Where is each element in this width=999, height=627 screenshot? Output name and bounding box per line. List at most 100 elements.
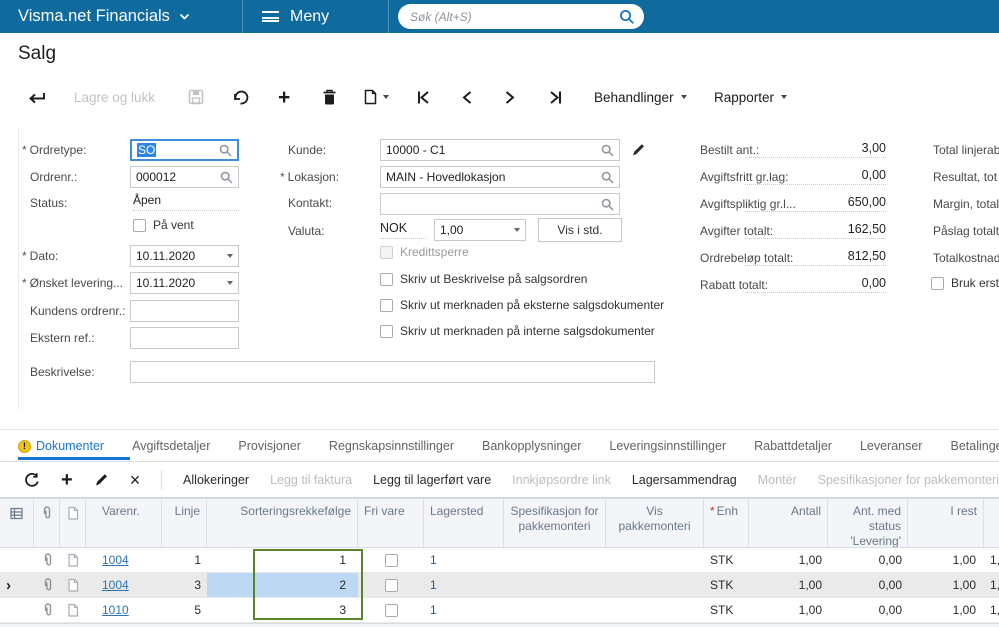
valuta-caret-icon[interactable]	[514, 228, 520, 232]
go-previous-button[interactable]	[460, 86, 473, 108]
lokasjon-lookup-icon[interactable]	[601, 171, 614, 184]
bruk-erstatning-checkbox-box[interactable]	[931, 276, 944, 290]
note-icon[interactable]	[60, 548, 86, 572]
lagersted-cell[interactable]: 1	[424, 573, 504, 597]
spesifikasjon-cell[interactable]	[504, 598, 606, 622]
header-antall[interactable]: Antall	[749, 499, 828, 547]
undo-icon[interactable]	[232, 86, 250, 108]
varenr-link[interactable]: 1004	[102, 553, 129, 567]
ekstern-ref-input[interactable]	[136, 331, 233, 345]
i-rest-cell[interactable]: 1,00	[908, 573, 984, 597]
header-enh[interactable]: * Enh	[704, 499, 749, 547]
row-selector-cell[interactable]: ›	[0, 573, 34, 597]
antall-cell[interactable]: 1,00	[749, 548, 828, 572]
tab-dokumenter[interactable]: ! Dokumenter	[18, 439, 104, 453]
header-vis-pakkemontering[interactable]: Vis pakkemonteri	[606, 499, 704, 547]
grid-row-1[interactable]: 1004 1 1 1 STK 1,00 0,00 1,00 1,00	[0, 548, 999, 573]
ant-med-status-cell[interactable]: 0,00	[828, 548, 908, 572]
cut-column-cell[interactable]: 1,00	[984, 573, 999, 597]
header-i-rest[interactable]: I rest	[908, 499, 984, 547]
header-ant-med-status[interactable]: Ant. med status 'Levering'	[828, 499, 908, 547]
linje-cell[interactable]: 5	[162, 598, 207, 622]
onsket-levering-field[interactable]: 10.11.2020	[130, 272, 239, 294]
print-description-checkbox-box[interactable]	[380, 272, 393, 286]
paperclip-icon[interactable]	[34, 598, 60, 622]
paperclip-icon[interactable]	[34, 573, 60, 597]
header-spesifikasjon[interactable]: Spesifikasjon for pakkemonteri	[504, 499, 606, 547]
tab-betalinger[interactable]: Betalinger	[950, 439, 999, 453]
varenr-cell[interactable]: 1004	[86, 573, 162, 597]
enh-cell[interactable]: STK	[704, 548, 749, 572]
ekstern-ref-field[interactable]	[130, 327, 239, 349]
valuta-rate-combo[interactable]: 1,00	[434, 219, 526, 241]
i-rest-cell[interactable]: 1,00	[908, 548, 984, 572]
print-external-note-checkbox-box[interactable]	[380, 298, 393, 312]
sorteringsrekkefolge-cell[interactable]: 1	[207, 548, 358, 572]
search-icon[interactable]	[619, 9, 635, 25]
pa-vent-checkbox[interactable]: På vent	[133, 218, 194, 232]
print-internal-note-checkbox[interactable]: Skriv ut merknaden på interne salgsdokum…	[380, 324, 655, 338]
grid-row-3[interactable]: 1010 5 3 1 STK 1,00 0,00 1,00 1,00	[0, 598, 999, 623]
linje-cell[interactable]: 1	[162, 548, 207, 572]
tab-rabattdetaljer[interactable]: Rabattdetaljer	[754, 439, 832, 453]
tab-avgiftsdetaljer[interactable]: Avgiftsdetaljer	[132, 439, 210, 453]
ordrenr-field[interactable]: 000012	[130, 166, 239, 188]
tab-bankopplysninger[interactable]: Bankopplysninger	[482, 439, 581, 453]
spesifikasjon-cell[interactable]	[504, 573, 606, 597]
ant-med-status-cell[interactable]: 0,00	[828, 598, 908, 622]
monter-button[interactable]: Montér	[758, 473, 797, 487]
go-last-button[interactable]	[548, 86, 563, 108]
header-linje[interactable]: Linje	[162, 499, 207, 547]
notes-column-document-icon[interactable]	[60, 499, 86, 547]
kontakt-lookup-icon[interactable]	[601, 198, 614, 211]
antall-cell[interactable]: 1,00	[749, 573, 828, 597]
valuta-code[interactable]: NOK	[380, 221, 426, 239]
copy-paste-button[interactable]	[364, 86, 389, 108]
kontakt-field[interactable]	[380, 193, 620, 215]
note-icon[interactable]	[60, 598, 86, 622]
grid-settings-icon[interactable]	[0, 499, 34, 547]
go-first-button[interactable]	[416, 86, 431, 108]
print-description-checkbox[interactable]: Skriv ut Beskrivelse på salgsordren	[380, 272, 587, 286]
global-search[interactable]	[398, 4, 644, 29]
pa-vent-checkbox-box[interactable]	[133, 218, 146, 232]
kundens-ordrenr-input[interactable]	[136, 304, 233, 318]
add-row-button[interactable]: +	[61, 470, 73, 490]
delete-icon[interactable]	[322, 86, 337, 108]
enh-cell[interactable]: STK	[704, 598, 749, 622]
header-fri-vare[interactable]: Fri vare	[358, 499, 424, 547]
kunde-field[interactable]: 10000 - C1	[380, 139, 620, 161]
fri-vare-checkbox[interactable]	[384, 578, 398, 592]
beskrivelse-input[interactable]	[136, 365, 649, 379]
print-internal-note-checkbox-box[interactable]	[380, 324, 393, 338]
header-varenr[interactable]: Varenr.	[86, 499, 162, 547]
lagersted-cell[interactable]: 1	[424, 548, 504, 572]
brand-menu[interactable]: Visma.net Financials	[18, 0, 190, 33]
edit-row-pencil-icon[interactable]	[94, 472, 109, 487]
refresh-icon[interactable]	[24, 472, 40, 488]
back-button[interactable]	[26, 86, 47, 108]
tab-leveringsinnstillinger[interactable]: Leveringsinnstillinger	[609, 439, 726, 453]
tab-leveranser[interactable]: Leveranser	[860, 439, 923, 453]
row-selector-cell[interactable]	[0, 598, 34, 622]
vis-pakkemontering-cell[interactable]	[606, 548, 704, 572]
linje-cell[interactable]: 3	[162, 573, 207, 597]
i-rest-cell[interactable]: 1,00	[908, 598, 984, 622]
grid-row-2-selected[interactable]: › 1004 3 2 1 STK 1,00 0,00 1,00 1,00	[0, 573, 999, 598]
varenr-cell[interactable]: 1004	[86, 548, 162, 572]
paperclip-icon[interactable]	[34, 548, 60, 572]
beskrivelse-field[interactable]	[130, 361, 655, 383]
ordretype-lookup-icon[interactable]	[219, 144, 232, 157]
varenr-link[interactable]: 1004	[102, 578, 129, 592]
vis-pakkemontering-cell[interactable]	[606, 573, 704, 597]
lokasjon-field[interactable]: MAIN - Hovedlokasjon	[380, 166, 620, 188]
kredittsperre-checkbox[interactable]: Kredittsperre	[380, 245, 469, 259]
legg-til-faktura-button[interactable]: Legg til faktura	[270, 473, 352, 487]
kontakt-input[interactable]	[386, 197, 601, 211]
ordretype-field[interactable]: SO	[130, 139, 239, 161]
onsket-caret-icon[interactable]	[227, 281, 233, 285]
row-selector-cell[interactable]	[0, 548, 34, 572]
cut-column-cell[interactable]: 1,00	[984, 598, 999, 622]
dato-field[interactable]: 10.11.2020	[130, 245, 239, 267]
lagersammendrag-button[interactable]: Lagersammendrag	[632, 473, 737, 487]
